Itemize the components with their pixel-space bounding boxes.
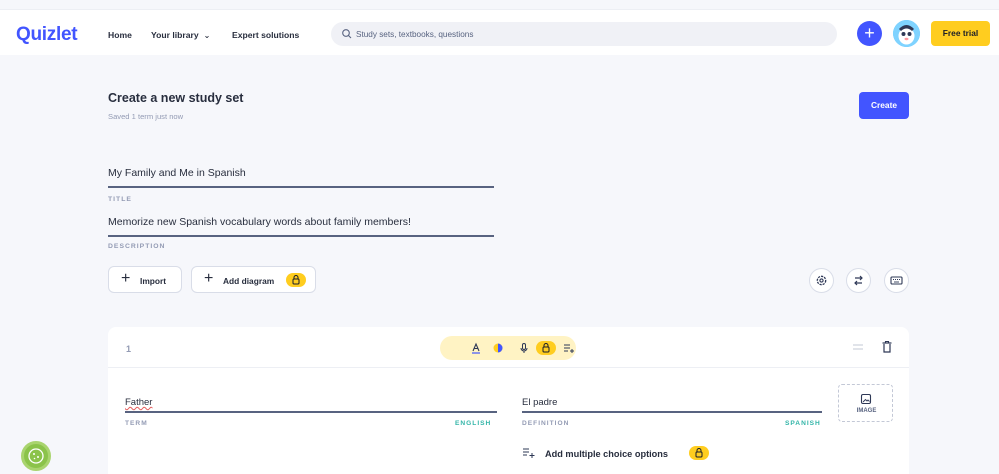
- list-add-icon[interactable]: [562, 341, 576, 355]
- lock-icon: [689, 446, 709, 460]
- term-label: TERM: [125, 420, 148, 427]
- image-icon: [860, 393, 872, 405]
- avatar-illustration: [893, 20, 920, 47]
- formatting-toolbar: [440, 336, 576, 360]
- import-label: Import: [140, 276, 167, 286]
- settings-icon: [816, 275, 827, 286]
- plus-icon: +: [204, 270, 214, 287]
- description-label: DESCRIPTION: [108, 243, 166, 250]
- create-plus-button[interactable]: +: [857, 21, 882, 46]
- term-input[interactable]: Father: [125, 397, 152, 408]
- title-underline: [108, 186, 494, 188]
- trash-icon[interactable]: [881, 340, 893, 354]
- image-label: IMAGE: [856, 408, 877, 414]
- nav-home-link[interactable]: Home: [108, 30, 132, 40]
- add-image-button[interactable]: IMAGE: [838, 384, 893, 422]
- definition-label: DEFINITION: [522, 420, 570, 427]
- nav-your-library-dropdown[interactable]: Your library ⌄: [151, 30, 210, 40]
- lock-icon: [286, 273, 306, 287]
- term-card: 1 Father TERM ENGLISH El padre DEFINITIO…: [108, 327, 909, 474]
- microphone-icon[interactable]: [517, 341, 531, 355]
- nav-your-library-label: Your library: [151, 30, 199, 40]
- list-add-icon: [523, 448, 535, 458]
- drag-handle-icon[interactable]: [853, 344, 863, 350]
- create-button[interactable]: Create: [859, 92, 909, 119]
- search-bar[interactable]: [331, 22, 837, 46]
- definition-input[interactable]: El padre: [522, 397, 557, 408]
- card-divider: [108, 367, 909, 368]
- settings-button[interactable]: [809, 268, 834, 293]
- cookie-settings-button[interactable]: [21, 441, 51, 471]
- card-number: 1: [126, 344, 132, 354]
- page-title: Create a new study set: [108, 91, 244, 105]
- cookie-icon: [28, 448, 44, 464]
- definition-underline: [522, 411, 822, 413]
- swap-icon: [854, 275, 863, 286]
- free-trial-button[interactable]: Free trial: [931, 21, 990, 46]
- add-diagram-label: Add diagram: [223, 276, 275, 286]
- description-underline: [108, 235, 494, 237]
- plus-icon: +: [864, 23, 875, 43]
- definition-language-selector[interactable]: SPANISH: [785, 420, 821, 427]
- description-input[interactable]: Memorize new Spanish vocabulary words ab…: [108, 216, 411, 228]
- save-status: Saved 1 term just now: [108, 112, 184, 121]
- top-navigation-bar: Quizlet Home Your library ⌄ Expert soluti…: [0, 9, 999, 55]
- quizlet-logo[interactable]: Quizlet: [16, 24, 78, 46]
- avatar[interactable]: [893, 20, 920, 47]
- nav-expert-solutions-link[interactable]: Expert solutions: [232, 30, 299, 40]
- lock-icon: [536, 341, 556, 355]
- title-input[interactable]: My Family and Me in Spanish: [108, 167, 246, 179]
- import-button[interactable]: + Import: [108, 266, 182, 293]
- swap-terms-button[interactable]: [846, 268, 871, 293]
- color-icon[interactable]: [491, 341, 505, 355]
- add-diagram-button[interactable]: + Add diagram: [191, 266, 316, 293]
- add-multiple-choice-button[interactable]: Add multiple choice options: [545, 449, 668, 459]
- text-format-icon[interactable]: [469, 341, 483, 355]
- plus-icon: +: [121, 270, 131, 287]
- search-icon: [342, 29, 352, 39]
- search-input[interactable]: [356, 22, 816, 46]
- chevron-down-icon: ⌄: [203, 31, 211, 40]
- keyboard-shortcuts-button[interactable]: [884, 268, 909, 293]
- term-language-selector[interactable]: ENGLISH: [455, 420, 491, 427]
- term-underline: [125, 411, 497, 413]
- keyboard-icon: [890, 276, 903, 285]
- title-label: TITLE: [108, 196, 132, 203]
